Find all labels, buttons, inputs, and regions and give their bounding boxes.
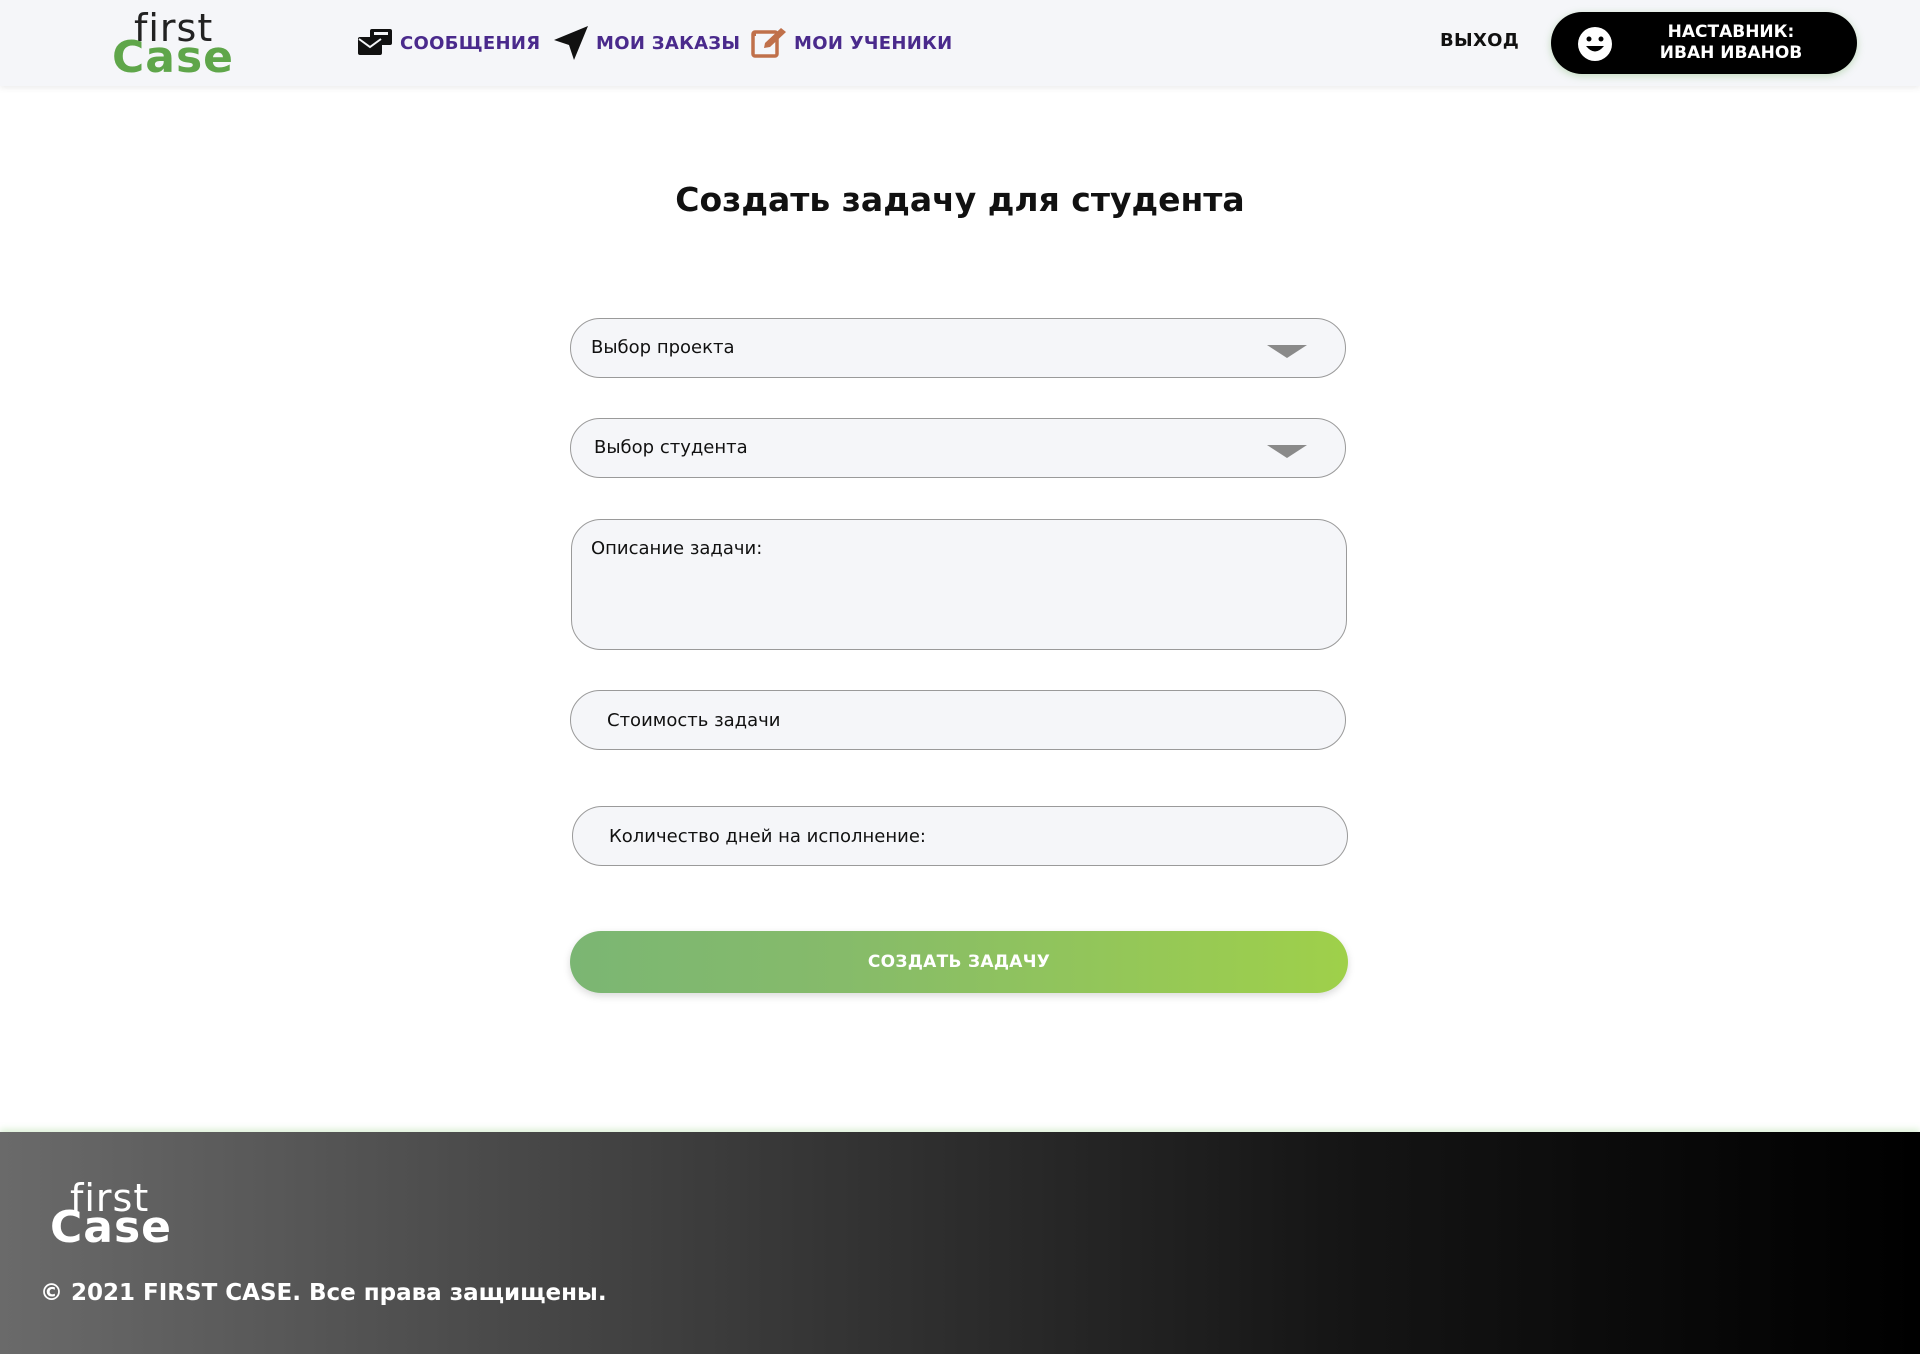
student-select-value: Выбор студента [594,437,748,458]
student-select[interactable]: Выбор студента [570,418,1346,478]
nav-my-orders[interactable]: МОИ ЗАКАЗЫ [552,26,740,60]
cost-field[interactable] [570,690,1346,750]
project-select[interactable]: Выбор проекта [570,318,1346,378]
profile-text: НАСТАВНИК: ИВАН ИВАНОВ [1621,22,1841,64]
smiley-icon [1578,27,1612,61]
messages-icon [358,29,392,55]
profile-name: ИВАН ИВАНОВ [1659,43,1803,63]
logout-link[interactable]: ВЫХОД [1440,30,1519,51]
chevron-down-icon [1267,345,1307,358]
paper-plane-icon [554,26,588,60]
footer-logo[interactable]: first Case [50,1176,171,1252]
profile-button[interactable]: НАСТАВНИК: ИВАН ИВАНОВ [1551,12,1857,74]
description-field[interactable] [571,519,1347,650]
nav-messages-label: СООБЩЕНИЯ [400,32,541,54]
footer-logo-case: Case [50,1202,173,1253]
nav-messages[interactable]: СООБЩЕНИЯ [356,26,540,60]
profile-role: НАСТАВНИК: [1667,22,1795,42]
copyright-text: © 2021 FIRST CASE. Все права защищены. [40,1280,607,1306]
project-select-value: Выбор проекта [591,337,735,358]
nav-my-orders-label: МОИ ЗАКАЗЫ [596,32,741,54]
days-field[interactable] [572,806,1348,866]
page-title: Создать задачу для студента [675,180,1245,219]
header: first Case СООБЩЕНИЯ МОИ ЗАКАЗЫ МОИ УЧЕН… [0,0,1920,86]
cost-input[interactable] [571,691,1345,749]
nav-my-students-label: МОИ УЧЕНИКИ [794,32,953,54]
edit-icon [751,28,786,58]
logo-case: Case [112,32,235,83]
days-input[interactable] [573,807,1347,865]
nav-my-students[interactable]: МОИ УЧЕНИКИ [750,26,952,60]
description-textarea[interactable] [572,520,1346,649]
footer: first Case © 2021 FIRST CASE. Все права … [0,1132,1920,1354]
create-task-button[interactable]: СОЗДАТЬ ЗАДАЧУ [570,931,1348,993]
logo[interactable]: first Case [112,6,233,82]
chevron-down-icon [1267,445,1307,458]
